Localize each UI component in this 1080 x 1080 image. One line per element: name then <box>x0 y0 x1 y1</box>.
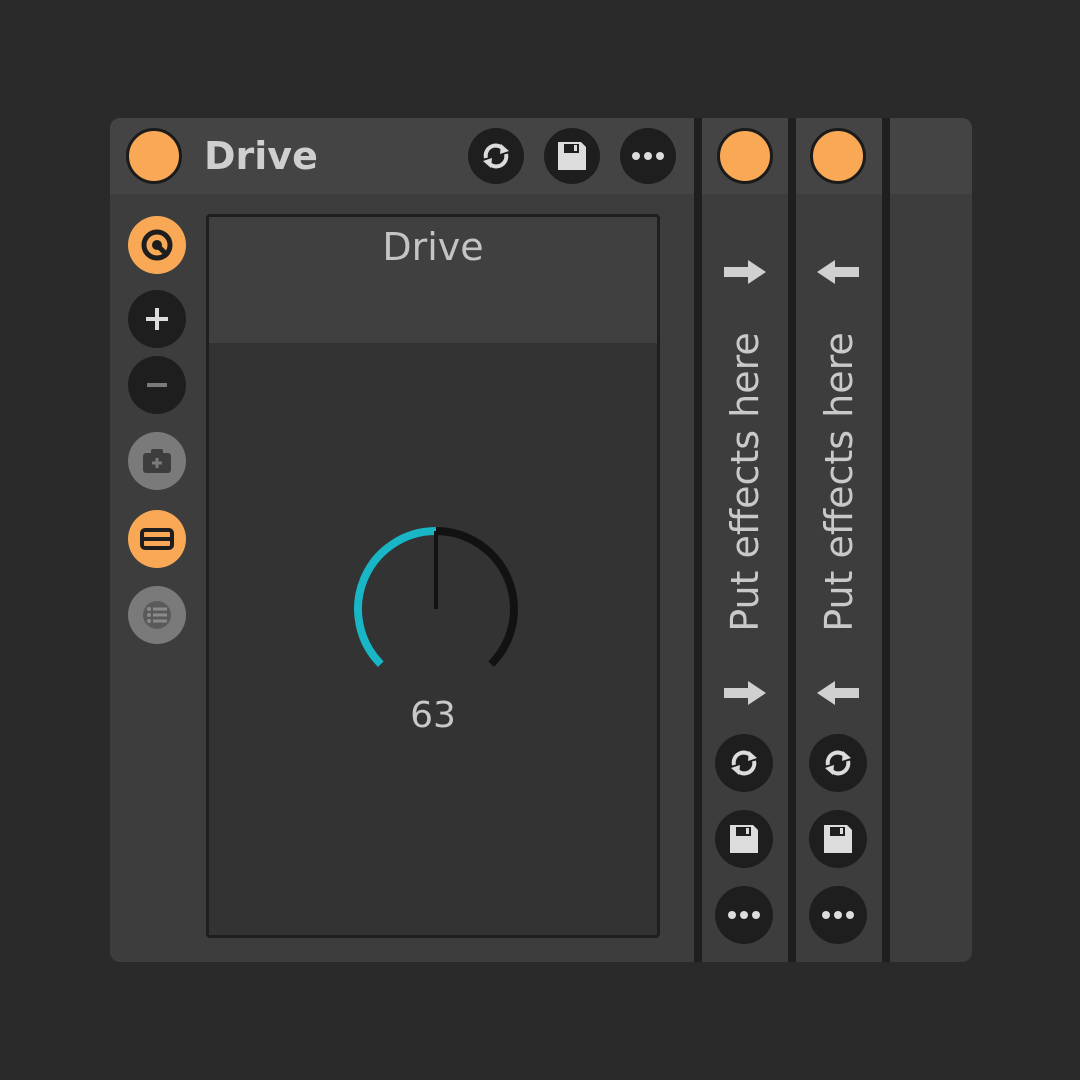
chain-2-refresh-button[interactable] <box>809 734 867 792</box>
save-icon <box>730 825 758 853</box>
knob-value: 63 <box>410 695 456 736</box>
plus-icon <box>146 308 168 330</box>
chain-2-power-button[interactable] <box>810 128 866 184</box>
chain-1-more-button[interactable] <box>715 886 773 944</box>
rack-refresh-button[interactable] <box>468 128 524 184</box>
save-icon <box>558 142 586 170</box>
macro-button[interactable] <box>128 216 186 274</box>
add-button[interactable] <box>128 290 186 348</box>
collapse-icon <box>140 528 174 550</box>
minus-icon <box>147 383 167 387</box>
snapshot-icon <box>143 449 171 473</box>
knob-value-arc <box>354 527 437 667</box>
rack-title: Drive <box>204 134 318 178</box>
save-icon <box>824 825 852 853</box>
rack-power-button[interactable] <box>126 128 182 184</box>
chain-2-more-button[interactable] <box>809 886 867 944</box>
remove-button[interactable] <box>128 356 186 414</box>
macro-icon <box>141 229 173 261</box>
chain-divider <box>694 118 702 962</box>
rack-more-button[interactable] <box>620 128 676 184</box>
chain-1-label: Put effects here <box>723 332 767 632</box>
chain-2-save-button[interactable] <box>809 810 867 868</box>
effect-rack: Drive Drive 63 Put effects here Put effe… <box>110 118 972 962</box>
arrow-left-icon <box>817 260 859 284</box>
collapse-button[interactable] <box>128 510 186 568</box>
arrow-right-icon <box>724 260 766 284</box>
more-icon <box>728 911 760 919</box>
chain-list-button[interactable] <box>128 586 186 644</box>
more-icon <box>822 911 854 919</box>
device-panel: Drive 63 <box>206 214 660 938</box>
arrow-left-icon <box>817 681 859 705</box>
list-icon <box>143 601 171 629</box>
drive-knob[interactable] <box>346 519 526 699</box>
chain-divider <box>882 118 890 962</box>
device-name: Drive <box>382 225 484 269</box>
chain-1-refresh-button[interactable] <box>715 734 773 792</box>
chain-1-power-button[interactable] <box>717 128 773 184</box>
more-icon <box>632 152 664 160</box>
chain-2-label: Put effects here <box>817 332 861 632</box>
chain-1-save-button[interactable] <box>715 810 773 868</box>
rack-save-button[interactable] <box>544 128 600 184</box>
refresh-icon <box>483 143 509 169</box>
chain-divider <box>788 118 796 962</box>
snapshot-button[interactable] <box>128 432 186 490</box>
refresh-icon <box>731 750 757 776</box>
refresh-icon <box>825 750 851 776</box>
arrow-right-icon <box>724 681 766 705</box>
